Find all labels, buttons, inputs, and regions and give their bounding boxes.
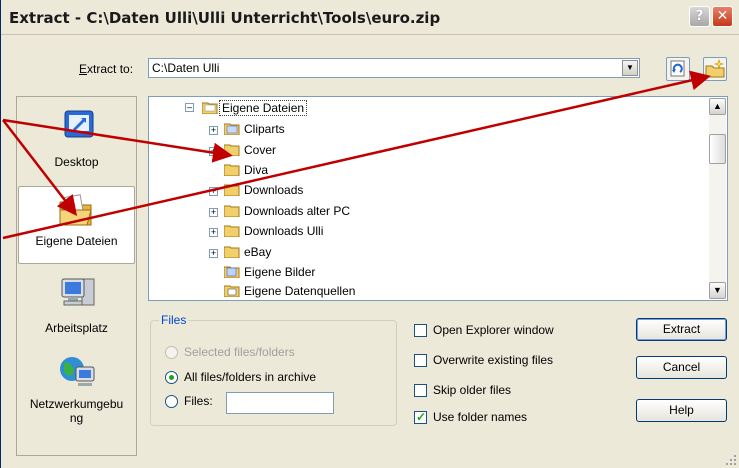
network-icon <box>60 357 95 386</box>
new-folder-icon <box>705 59 725 78</box>
radio-files[interactable] <box>165 395 178 408</box>
place-desktop-label: Desktop <box>54 155 99 169</box>
title-bar[interactable]: Extract - C:\Daten Ulli\Ulli Unterricht\… <box>1 0 739 35</box>
extract-to-label-rest: xtract to: <box>87 62 134 76</box>
radio-selected-files[interactable] <box>165 346 178 359</box>
window-title: Extract - C:\Daten Ulli\Ulli Unterricht\… <box>9 9 441 27</box>
extract-to-value: C:\Daten Ulli <box>152 61 220 75</box>
folder-icon <box>224 184 240 196</box>
folder-tree[interactable]: – Eigene Dateien + Cliparts + Cover Diva… <box>148 96 728 301</box>
tree-item-label: Diva <box>244 163 269 177</box>
help-title-button[interactable]: ? <box>689 6 710 27</box>
tree-item-label: Downloads alter PC <box>244 204 351 218</box>
help-button[interactable]: Help <box>636 399 727 422</box>
open-explorer-label: Open Explorer window <box>433 323 554 337</box>
desktop-icon <box>64 110 94 138</box>
use-folder-names-checkbox[interactable]: ✓ <box>414 410 427 424</box>
expand-icon[interactable]: + <box>209 126 218 135</box>
radio-all-files[interactable] <box>165 371 178 384</box>
resize-grip-icon[interactable] <box>725 454 737 466</box>
expand-icon[interactable]: + <box>209 187 218 196</box>
extract-to-combo[interactable]: C:\Daten Ulli ▼ <box>148 58 640 78</box>
expand-icon[interactable]: + <box>209 147 218 156</box>
extract-to-label: Extract to: <box>79 62 134 76</box>
check-icon: ✓ <box>416 410 427 424</box>
overwrite-checkbox[interactable] <box>414 354 427 367</box>
radio-all-files-label: All files/folders in archive <box>184 370 317 384</box>
collapse-icon[interactable]: – <box>185 103 194 112</box>
folder-icon <box>224 225 240 237</box>
place-network-label-1: Netzwerkumgebu <box>29 397 124 411</box>
use-folder-names-label: Use folder names <box>433 410 528 424</box>
tree-scrollbar[interactable]: ▲ ▼ <box>709 98 726 299</box>
refresh-icon <box>670 60 685 77</box>
place-desktop[interactable]: Desktop <box>18 103 135 173</box>
tree-item-label: Cover <box>244 143 277 157</box>
tree-item-root-label: Eigene Dateien <box>218 100 308 116</box>
cancel-button[interactable]: Cancel <box>636 356 727 379</box>
expand-icon[interactable]: + <box>209 249 218 258</box>
data-sources-folder-icon <box>224 285 240 297</box>
skip-older-label: Skip older files <box>433 383 512 397</box>
files-group-title: Files <box>159 313 189 327</box>
pictures-folder-icon <box>224 266 240 278</box>
extract-dialog: Extract - C:\Daten Ulli\Ulli Unterricht\… <box>0 0 739 468</box>
folder-icon <box>224 246 240 258</box>
folder-icon <box>224 164 240 176</box>
scroll-thumb[interactable] <box>709 134 726 164</box>
expand-icon[interactable]: + <box>209 228 218 237</box>
tree-item-label: Cliparts <box>244 122 285 136</box>
folder-open-icon <box>202 102 218 114</box>
tree-item-label: Eigene Bilder <box>244 265 316 279</box>
refresh-button[interactable] <box>666 57 690 81</box>
folder-icon <box>224 123 240 135</box>
chevron-down-icon[interactable]: ▼ <box>622 60 638 76</box>
tree-item-label: Eigene Datenquellen <box>244 284 356 298</box>
places-bar: Desktop Eigene Dateien Arbeitsplatz Netz… <box>16 96 137 456</box>
close-button[interactable]: ✕ <box>712 6 733 27</box>
place-my-documents-label: Eigene Dateien <box>35 234 118 248</box>
expand-icon[interactable]: + <box>209 208 218 217</box>
place-network[interactable]: Netzwerkumgebu ng <box>18 351 135 433</box>
folder-icon <box>224 144 240 156</box>
tree-item-label: Downloads Ulli <box>244 224 324 238</box>
place-my-computer-label: Arbeitsplatz <box>45 321 108 335</box>
overwrite-label: Overwrite existing files <box>433 353 554 367</box>
my-documents-icon <box>59 194 92 226</box>
new-folder-button[interactable] <box>703 57 727 81</box>
extract-button[interactable]: Extract <box>636 318 727 341</box>
scroll-down-button[interactable]: ▼ <box>709 282 726 299</box>
folder-icon <box>224 205 240 217</box>
tree-item-label: eBay <box>244 245 272 259</box>
radio-selected-files-label: Selected files/folders <box>184 345 295 359</box>
files-group: Files Selected files/folders All files/f… <box>150 313 397 426</box>
radio-files-label: Files: <box>184 394 213 408</box>
place-my-computer[interactable]: Arbeitsplatz <box>18 273 135 343</box>
skip-older-checkbox[interactable] <box>414 384 427 397</box>
scroll-up-button[interactable]: ▲ <box>709 98 726 115</box>
place-network-label-2: ng <box>69 411 84 425</box>
radio-dot <box>169 375 174 380</box>
place-my-documents[interactable]: Eigene Dateien <box>18 186 135 264</box>
files-input[interactable] <box>226 392 334 414</box>
my-computer-icon <box>61 278 95 306</box>
tree-item-label: Downloads <box>244 183 304 197</box>
open-explorer-checkbox[interactable] <box>414 324 427 337</box>
